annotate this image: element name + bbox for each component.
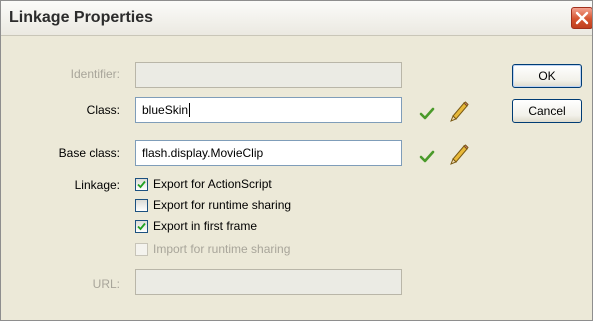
close-button[interactable]	[571, 7, 592, 29]
linkage-properties-dialog: Linkage Properties Identifier: Class: bl…	[0, 0, 593, 321]
identifier-label: Identifier:	[70, 67, 120, 81]
option-export-for-runtime-sharing[interactable]: Export for runtime sharing	[135, 197, 345, 215]
import-for-runtime-sharing-label: Import for runtime sharing	[153, 242, 291, 256]
export-in-first-frame-checkbox[interactable]	[135, 220, 148, 233]
check-icon	[419, 150, 435, 163]
export-for-actionscript-checkbox[interactable]	[135, 178, 148, 191]
base-class-label: Base class:	[58, 146, 120, 160]
linkage-label: Linkage:	[74, 178, 120, 192]
export-in-first-frame-label: Export in first frame	[153, 219, 258, 233]
url-field	[135, 269, 402, 295]
identifier-field	[135, 62, 402, 88]
option-export-for-actionscript[interactable]: Export for ActionScript	[135, 176, 335, 194]
base-class-field[interactable]: flash.display.MovieClip	[135, 140, 402, 166]
pencil-icon[interactable]	[447, 99, 469, 123]
ok-button[interactable]: OK	[512, 64, 582, 88]
text-caret	[189, 103, 191, 117]
option-export-in-first-frame[interactable]: Export in first frame	[135, 218, 315, 236]
class-label: Class:	[86, 103, 120, 117]
checkmark-icon	[137, 180, 146, 189]
import-for-runtime-sharing-checkbox	[135, 243, 148, 256]
class-field[interactable]: blueSkin	[135, 97, 402, 123]
pencil-icon[interactable]	[447, 142, 469, 166]
title-bar: Linkage Properties	[1, 1, 592, 36]
export-for-runtime-sharing-label: Export for runtime sharing	[153, 198, 292, 212]
base-class-value: flash.display.MovieClip	[142, 146, 264, 160]
export-for-runtime-sharing-checkbox[interactable]	[135, 199, 148, 212]
cancel-button[interactable]: Cancel	[512, 99, 582, 123]
window-title: Linkage Properties	[9, 9, 154, 26]
class-value: blueSkin	[142, 103, 191, 117]
option-import-for-runtime-sharing: Import for runtime sharing	[135, 241, 345, 259]
export-for-actionscript-label: Export for ActionScript	[153, 177, 272, 191]
check-icon	[419, 107, 435, 120]
url-label: URL:	[92, 277, 120, 291]
close-icon	[575, 11, 589, 25]
checkmark-icon	[137, 222, 146, 231]
